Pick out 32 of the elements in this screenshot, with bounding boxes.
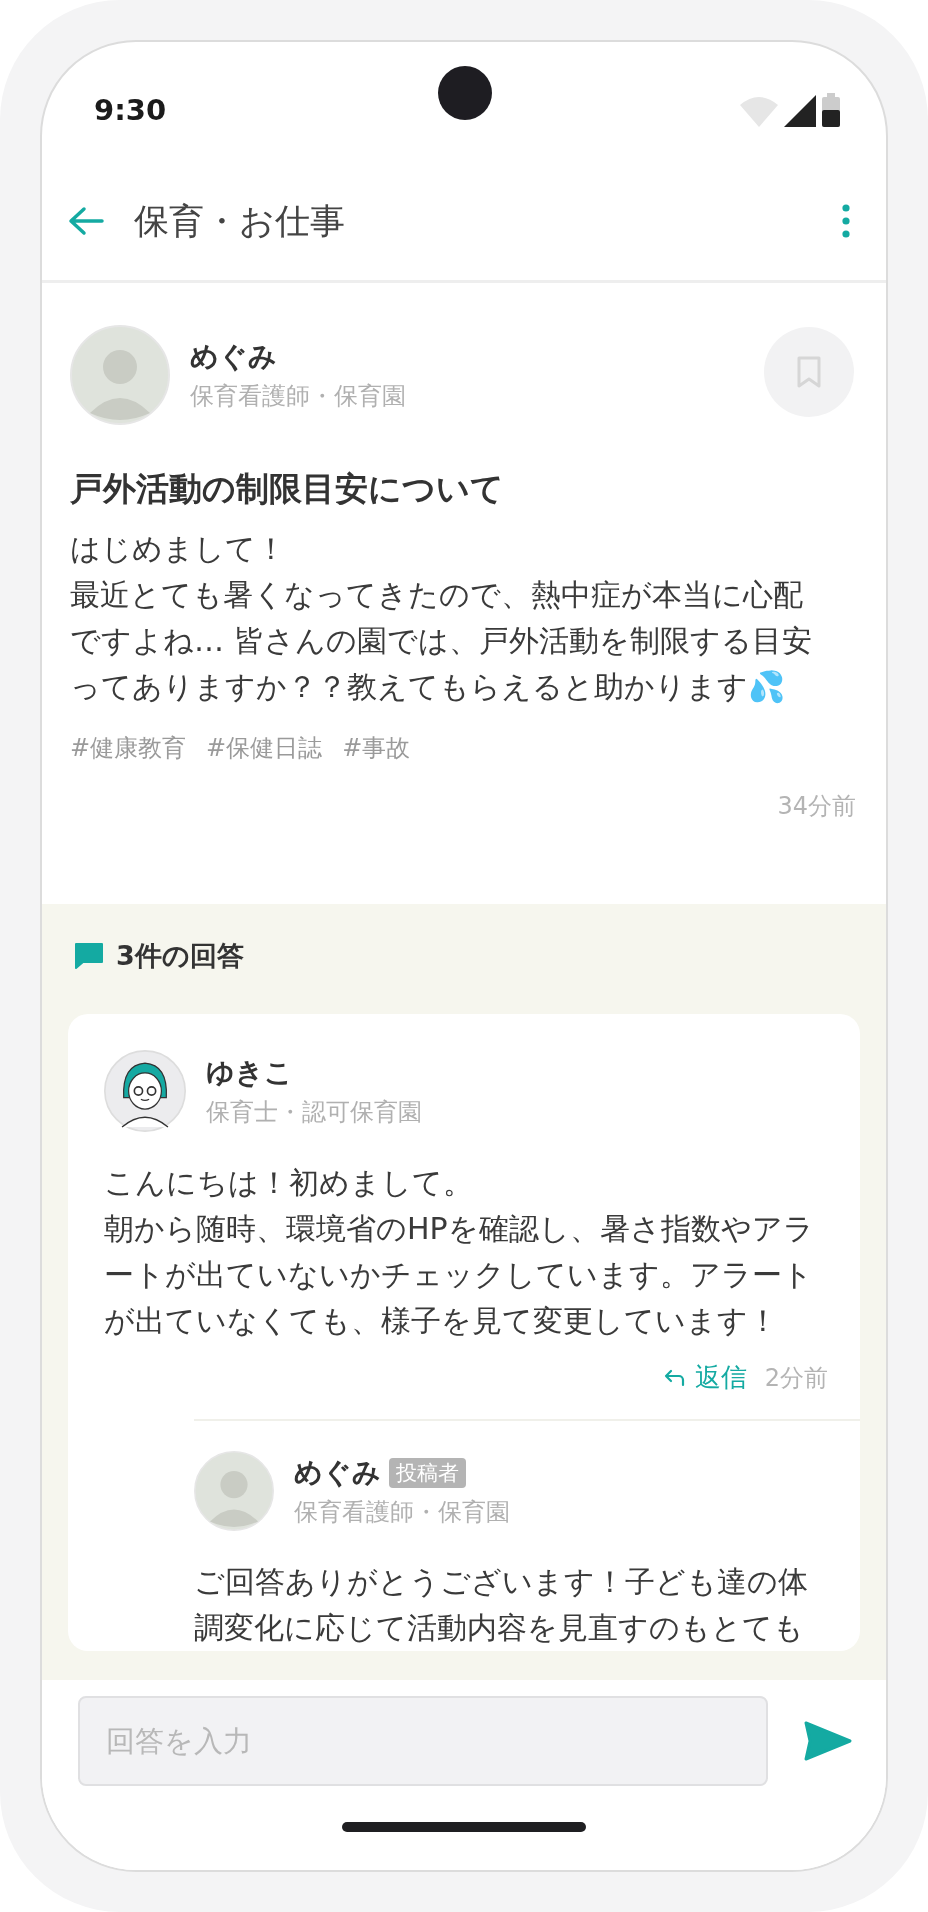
user-name: めぐみ xyxy=(294,1455,381,1491)
comment-icon xyxy=(74,942,104,970)
wifi-icon xyxy=(740,95,778,127)
person-illustration-icon xyxy=(104,1050,186,1132)
answer-time: 2分前 xyxy=(764,1362,828,1394)
user-role: 保育看護師・保育園 xyxy=(294,1497,510,1528)
camera-dot-icon xyxy=(438,66,492,120)
reply-body: ご回答ありがとうございます！子ども達の体調変化に応じて活動内容を見直すのもとても xyxy=(194,1563,809,1647)
answer-input-field[interactable]: 回答を入力 xyxy=(78,1696,768,1786)
page-title: 保育・お仕事 xyxy=(134,199,345,243)
post-title: 戸外活動の制限目安について xyxy=(70,468,505,510)
post-body: はじめまして！ xyxy=(70,530,287,568)
user-name: ゆきこ xyxy=(206,1055,293,1091)
user-role: 保育看護師・保育園 xyxy=(190,381,406,412)
poster-badge: 投稿者 xyxy=(389,1458,466,1488)
battery-icon xyxy=(822,93,840,127)
status-time: 9:30 xyxy=(94,93,167,127)
answer-body: 朝から随時、環境省のHPを確認し、暑さ指数やアラートが出ていないかチェックしています。アラートが出ていなくても、様子を見て変更しています！ xyxy=(104,1210,815,1340)
reply-button[interactable]: 返信 xyxy=(662,1360,747,1395)
user-name: めぐみ xyxy=(190,339,277,375)
hashtag-link[interactable]: #保健日誌 xyxy=(206,732,323,764)
bookmark-icon xyxy=(796,355,822,389)
hashtag-link[interactable]: #事故 xyxy=(342,732,411,764)
hashtag-link[interactable]: #健康教育 xyxy=(70,732,187,764)
post-body: 最近とても暑くなってきたので、熱中症が本当に心配ですよね… 皆さんの園では、戸外活動を制限する目安ってありますか？？教えてもらえると助かります💦 xyxy=(70,576,813,706)
post-time: 34分前 xyxy=(777,791,856,822)
answer-body: こんにちは！初めまして。 xyxy=(104,1164,474,1202)
reply-arrow-icon xyxy=(662,1368,685,1387)
answer-count: 3件の回答 xyxy=(116,939,244,973)
send-icon[interactable] xyxy=(804,1721,852,1761)
user-role: 保育士・認可保育園 xyxy=(206,1097,422,1128)
signal-icon xyxy=(784,95,816,127)
